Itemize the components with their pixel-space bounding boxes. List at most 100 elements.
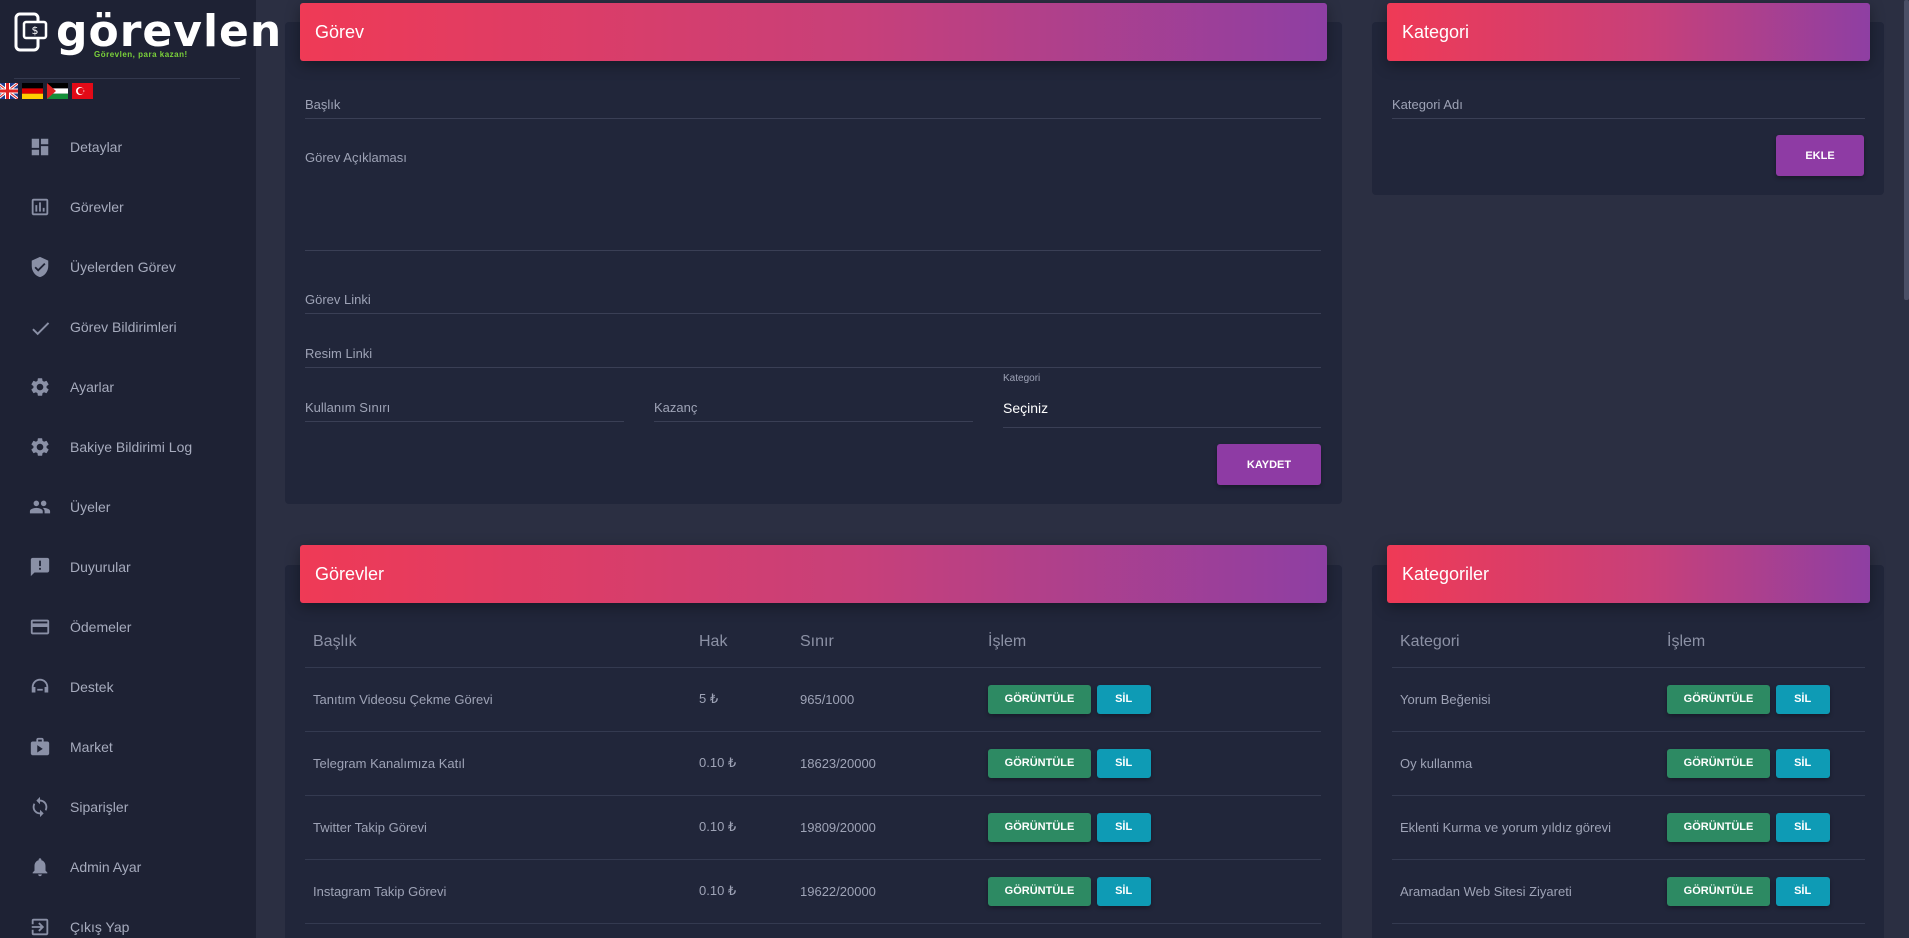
sidebar-item-label: Duyurular (70, 559, 131, 575)
sidebar-item-gorev-bildirimleri[interactable]: Görev Bildirimleri (0, 297, 256, 357)
sidebar-item-label: Ayarlar (70, 379, 115, 395)
delete-button[interactable]: SİL (1096, 748, 1151, 778)
gear-icon (28, 435, 52, 459)
view-button[interactable]: GÖRÜNTÜLE (1667, 876, 1770, 906)
table-row: Eklenti Kurma ve yorum yıldız görevi GÖR… (1392, 795, 1865, 860)
column-header: İşlem (980, 617, 1321, 668)
field-label: Başlık (305, 97, 341, 112)
shopping-bag-icon (28, 735, 52, 759)
sidebar-item-label: Destek (70, 679, 114, 695)
category-actions: GÖRÜNTÜLE SİL (1659, 859, 1865, 924)
card-title: Görev (315, 22, 365, 42)
check-icon (28, 315, 52, 339)
sidebar-divider (14, 78, 240, 79)
delete-button[interactable]: SİL (1096, 684, 1151, 714)
support-icon (28, 675, 52, 699)
category-name: Oy kullanma (1392, 731, 1659, 796)
sidebar-item-label: Detaylar (70, 139, 123, 155)
sidebar-nav: Detaylar Görevler Üyelerden Görev Görev … (0, 117, 256, 938)
earning-field[interactable]: Kazanç (654, 390, 973, 422)
table-header-row: Başlık Hak Sınır İşlem (305, 617, 1321, 668)
sidebar-item-siparisler[interactable]: Siparişler (0, 777, 256, 837)
scrollbar-thumb[interactable] (1904, 0, 1909, 300)
usage-limit-field[interactable]: Kullanım Sınırı (305, 390, 624, 422)
category-actions: GÖRÜNTÜLE SİL (1659, 731, 1865, 796)
column-header: Başlık (305, 617, 691, 668)
column-header: Hak (691, 617, 792, 668)
svg-text:$: $ (32, 24, 39, 37)
uk-flag-icon[interactable] (0, 83, 18, 99)
category-name-field[interactable]: Kategori Adı (1392, 87, 1865, 119)
sidebar-item-label: Görev Bildirimleri (70, 319, 177, 335)
field-label: Resim Linki (305, 346, 373, 361)
sidebar-item-destek[interactable]: Destek (0, 657, 256, 717)
card-title: Kategori (1402, 22, 1470, 42)
view-button[interactable]: GÖRÜNTÜLE (1667, 684, 1770, 714)
credit-card-icon (28, 615, 52, 639)
column-header: Sınır (792, 617, 980, 668)
turkey-flag-icon[interactable] (72, 83, 93, 99)
palestine-flag-icon[interactable] (47, 83, 68, 99)
delete-button[interactable]: SİL (1096, 876, 1151, 906)
sidebar-item-label: Market (70, 739, 113, 755)
sidebar-item-label: Admin Ayar (70, 859, 142, 875)
sidebar-item-uyelerden-gorev[interactable]: Üyelerden Görev (0, 237, 256, 297)
card-title: Kategoriler (1402, 564, 1490, 584)
delete-button[interactable]: SİL (1775, 748, 1830, 778)
task-link-field[interactable]: Görev Linki (305, 282, 1321, 314)
germany-flag-icon[interactable] (22, 83, 43, 99)
table-row: Oy kullanma GÖRÜNTÜLE SİL (1392, 731, 1865, 796)
field-label: Kullanım Sınırı (305, 400, 391, 415)
view-button[interactable]: GÖRÜNTÜLE (1667, 748, 1770, 778)
task-title: Tanıtım Videosu Çekme Görevi (305, 667, 691, 732)
description-field[interactable]: Görev Açıklaması (305, 140, 1321, 251)
field-label: Görev Açıklaması (305, 150, 407, 165)
select-label: Kategori (1003, 373, 1041, 384)
image-link-field[interactable]: Resim Linki (305, 336, 1321, 368)
category-name: Aramadan Web Sitesi Ziyareti (1392, 859, 1659, 924)
sidebar-item-odemeler[interactable]: Ödemeler (0, 597, 256, 657)
sidebar-item-gorevler[interactable]: Görevler (0, 177, 256, 237)
view-button[interactable]: GÖRÜNTÜLE (988, 748, 1091, 778)
add-category-button[interactable]: EKLE (1776, 135, 1864, 176)
select-value: Seçiniz (1003, 400, 1049, 416)
sidebar-item-admin-ayar[interactable]: Admin Ayar (0, 837, 256, 897)
task-title: Instagram Takip Görevi (305, 859, 691, 924)
category-select[interactable]: Kategori Seçiniz (1003, 372, 1321, 428)
view-button[interactable]: GÖRÜNTÜLE (1667, 812, 1770, 842)
table-header-row: Kategori İşlem (1392, 617, 1865, 668)
page-scrollbar[interactable] (1904, 0, 1909, 938)
sidebar-item-bakiye-bildirimi-log[interactable]: Bakiye Bildirimi Log (0, 417, 256, 477)
delete-button[interactable]: SİL (1775, 684, 1830, 714)
field-label: Kazanç (654, 400, 698, 415)
title-field[interactable]: Başlık (305, 87, 1321, 119)
brand-tagline: Görevlen, para kazan! (94, 50, 188, 59)
view-button[interactable]: GÖRÜNTÜLE (988, 876, 1091, 906)
delete-button[interactable]: SİL (1775, 876, 1830, 906)
sidebar-item-detaylar[interactable]: Detaylar (0, 117, 256, 177)
field-label: Kategori Adı (1392, 97, 1463, 112)
sidebar-item-duyurular[interactable]: Duyurular (0, 537, 256, 597)
table-row: Tanıtım Videosu Çekme Görevi 5 ₺ 965/100… (305, 667, 1321, 732)
chart-icon (28, 195, 52, 219)
view-button[interactable]: GÖRÜNTÜLE (988, 812, 1091, 842)
delete-button[interactable]: SİL (1096, 812, 1151, 842)
save-button[interactable]: KAYDET (1217, 444, 1321, 485)
delete-button[interactable]: SİL (1775, 812, 1830, 842)
phone-wallet-icon: $ (14, 12, 48, 52)
sidebar-item-cikis-yap[interactable]: Çıkış Yap (0, 897, 256, 938)
language-switcher (0, 83, 93, 99)
tasks-table: Başlık Hak Sınır İşlem Tanıtım Videosu Ç… (305, 617, 1321, 924)
sidebar-item-ayarlar[interactable]: Ayarlar (0, 357, 256, 417)
view-button[interactable]: GÖRÜNTÜLE (988, 684, 1091, 714)
card-title: Görevler (315, 564, 385, 584)
sidebar-item-label: Bakiye Bildirimi Log (70, 439, 193, 455)
brand-logo[interactable]: $ görevlen Görevlen, para kazan! (14, 8, 281, 62)
task-limit: 18623/20000 (792, 731, 980, 796)
task-limit: 19622/20000 (792, 859, 980, 924)
sidebar-item-uyeler[interactable]: Üyeler (0, 477, 256, 537)
sidebar-item-label: Üyelerden Görev (70, 259, 176, 275)
shield-check-icon (28, 255, 52, 279)
gear-icon (28, 375, 52, 399)
sidebar-item-market[interactable]: Market (0, 717, 256, 777)
